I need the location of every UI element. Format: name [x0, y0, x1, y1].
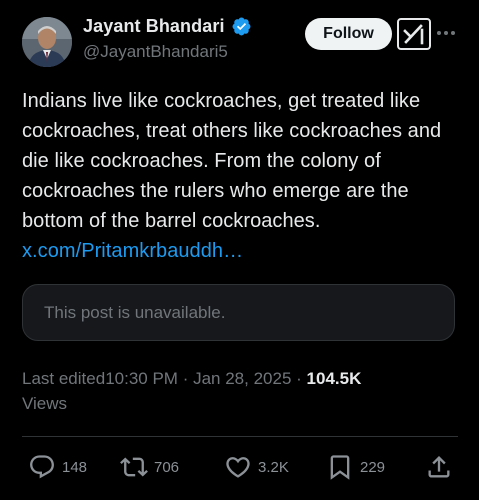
more-icon[interactable] — [436, 26, 456, 40]
avatar[interactable] — [22, 17, 72, 67]
quoted-post-card[interactable]: This post is unavailable. — [22, 284, 455, 341]
repost-button[interactable]: 706 — [120, 452, 179, 482]
author-handle[interactable]: @JayantBhandari5 — [83, 42, 228, 62]
views-count: 104.5K — [306, 369, 362, 388]
share-button[interactable] — [425, 452, 453, 482]
like-button[interactable]: 3.2K — [224, 452, 289, 482]
views-label: Views — [22, 394, 68, 413]
grok-icon[interactable] — [397, 18, 431, 50]
action-bar: 148 706 3.2K 229 — [22, 452, 458, 482]
verified-badge-icon — [232, 17, 251, 36]
bookmark-icon — [330, 455, 350, 480]
post-time[interactable]: 10:30 PM — [105, 369, 178, 388]
meta-separator: · — [182, 369, 189, 388]
reply-count: 148 — [62, 458, 88, 476]
meta-separator-2: · — [296, 369, 302, 388]
repost-count: 706 — [154, 458, 180, 476]
bookmark-button[interactable]: 229 — [326, 452, 385, 482]
avatar-image — [22, 17, 72, 67]
post-meta: Last edited10:30 PM · Jan 28, 2025 · 104… — [22, 366, 462, 416]
share-icon — [428, 456, 450, 478]
bookmark-count: 229 — [360, 458, 386, 476]
unavailable-message: This post is unavailable. — [44, 302, 226, 322]
author-name-row: Jayant Bhandari — [83, 16, 252, 37]
divider — [22, 436, 458, 437]
author-name[interactable]: Jayant Bhandari — [83, 16, 225, 37]
follow-button[interactable]: Follow — [305, 18, 392, 50]
post-body: Indians live like cockroaches, get treat… — [22, 90, 442, 232]
post-text: Indians live like cockroaches, get treat… — [22, 86, 462, 266]
edited-label[interactable]: Last edited — [22, 369, 105, 388]
reply-button[interactable]: 148 — [28, 452, 87, 482]
repost-icon — [120, 457, 148, 477]
post-link[interactable]: x.com/Pritamkrbauddh… — [22, 240, 243, 262]
like-count: 3.2K — [258, 458, 289, 476]
reply-icon — [30, 455, 54, 479]
like-icon — [226, 457, 250, 478]
post-date[interactable]: Jan 28, 2025 — [193, 369, 291, 388]
